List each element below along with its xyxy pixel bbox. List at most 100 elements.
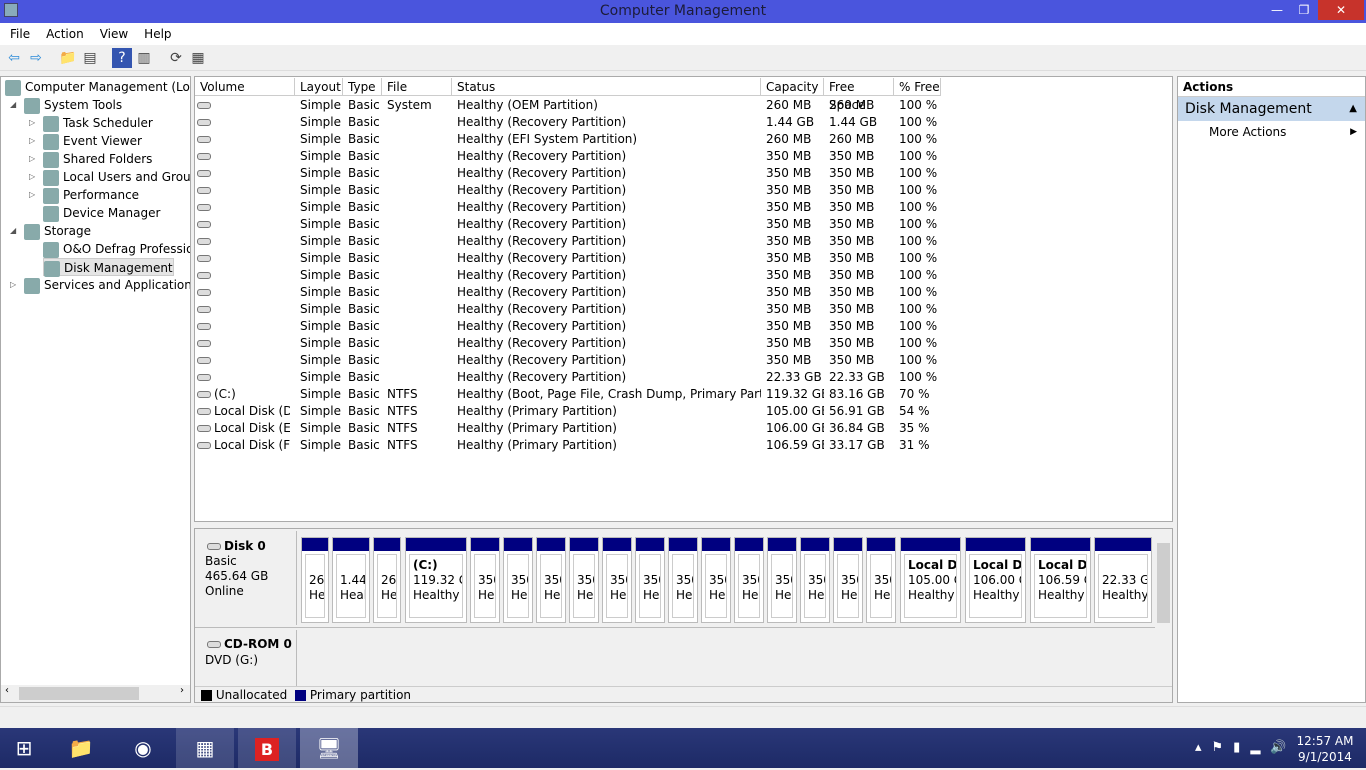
table-row[interactable]: Simple Basic Healthy (Recovery Partition) 3… (195, 182, 1172, 199)
partition[interactable]: 1.44 GBHealthy (Recovery Partition) (332, 537, 370, 623)
partition[interactable]: 350 MBHealthy (Recovery Partition) (569, 537, 599, 623)
partition[interactable]: 260 MBHealthy (EFI System Partition) (373, 537, 401, 623)
table-row[interactable]: Simple Basic Healthy (OEM Partition) 260 MB… (195, 97, 1172, 114)
partition[interactable]: 22.33 GBHealthy (1094, 537, 1152, 623)
table-row[interactable]: Simple Basic Healthy (Recovery Partition) 3… (195, 216, 1172, 233)
start-icon[interactable]: ⊞ (0, 728, 48, 768)
menu-file[interactable]: File (0, 23, 36, 41)
column-header[interactable]: Type (343, 78, 382, 96)
help-icon[interactable]: ? (112, 48, 132, 68)
properties-icon[interactable]: ▦ (188, 48, 208, 68)
disk0-info[interactable]: Disk 0 Basic 465.64 GB Online (197, 531, 297, 625)
table-row[interactable]: Local Disk (E:) Simple Basic NTFS Healthy (P… (195, 420, 1172, 437)
show-hide-action-pane-icon[interactable]: ▥ (134, 48, 154, 68)
tree-item[interactable]: Event Viewer (43, 132, 142, 150)
table-row[interactable]: Simple Basic Healthy (Recovery Partition) 3… (195, 148, 1172, 165)
partition[interactable]: 350 MBHealthy (Recovery Partition) (470, 537, 500, 623)
expand-arrow-icon[interactable]: ▷ (29, 154, 35, 163)
partition[interactable]: 350 MBHealthy (Recovery Partition) (536, 537, 566, 623)
up-folder-icon[interactable]: 📁 (58, 48, 78, 68)
tree-item[interactable]: Computer Management (Local (5, 78, 190, 96)
tree-item[interactable]: O&O Defrag Profession (43, 240, 190, 258)
table-row[interactable]: Simple Basic Healthy (Recovery Partition) 3… (195, 352, 1172, 369)
partition[interactable]: 350 MBHealthy (Recovery Partition) (866, 537, 896, 623)
cdrom-info[interactable]: CD-ROM 0 DVD (G:) (197, 630, 297, 686)
tree-item[interactable]: Device Manager (43, 204, 160, 222)
column-header[interactable]: % Free (894, 78, 941, 96)
computer-management-icon[interactable]: 🖥 (300, 728, 358, 768)
partition[interactable]: 260 MBHealthy (OEM Partition) (301, 537, 329, 623)
tree-item[interactable]: Task Scheduler (43, 114, 153, 132)
more-actions-item[interactable]: More Actions ▶ (1178, 121, 1365, 143)
refresh-icon[interactable]: ⟳ (166, 48, 186, 68)
volume-icon (197, 255, 211, 262)
table-row[interactable]: Simple Basic Healthy (EFI System Partition… (195, 131, 1172, 148)
close-button[interactable]: ✕ (1318, 0, 1364, 20)
partition[interactable]: 350 MBHealthy (Recovery Partition) (833, 537, 863, 623)
column-header[interactable]: Layout (295, 78, 343, 96)
map-scrollbar[interactable] (1155, 531, 1172, 686)
bitdefender-icon[interactable]: B (238, 728, 296, 768)
partition[interactable]: (C:)119.32 GBHealthy (Boot, Page File, C… (405, 537, 467, 623)
restore-button[interactable]: ❐ (1289, 0, 1319, 20)
column-header[interactable]: Volume (195, 78, 295, 96)
expand-arrow-icon[interactable]: ◢ (10, 100, 16, 109)
tree-item[interactable]: Services and Applications (24, 276, 190, 294)
control-panel-icon[interactable]: ▦ (176, 728, 234, 768)
partition[interactable]: 350 MBHealthy (Recovery Partition) (800, 537, 830, 623)
column-header[interactable]: Status (452, 78, 761, 96)
tree-item[interactable]: Performance (43, 186, 139, 204)
expand-arrow-icon[interactable]: ◢ (10, 226, 16, 235)
column-header[interactable]: Capacity (761, 78, 824, 96)
expand-arrow-icon[interactable]: ▷ (29, 190, 35, 199)
actions-section-disk-management[interactable]: Disk Management ▲ (1178, 97, 1365, 121)
tree-item[interactable]: Storage (24, 222, 91, 240)
table-row[interactable]: Simple Basic Healthy (Recovery Partition) 3… (195, 199, 1172, 216)
table-row[interactable]: Simple Basic Healthy (Recovery Partition) 3… (195, 250, 1172, 267)
column-header[interactable]: Free Space (824, 78, 894, 112)
table-row[interactable]: Simple Basic Healthy (Recovery Partition) 3… (195, 165, 1172, 182)
table-row[interactable]: Simple Basic Healthy (Recovery Partition) 3… (195, 335, 1172, 352)
partition[interactable]: Local Disk (E:)106.00 GBHealthy (Primary… (965, 537, 1026, 623)
expand-arrow-icon[interactable]: ▷ (10, 280, 16, 289)
column-header[interactable]: File System (382, 78, 452, 112)
partition[interactable]: 350 MBHealthy (Recovery Partition) (668, 537, 698, 623)
table-row[interactable]: Local Disk (F:) Simple Basic NTFS Healthy (P… (195, 437, 1172, 454)
partition[interactable]: 350 MBHealthy (Recovery Partition) (503, 537, 533, 623)
partition[interactable]: Local Disk (D:)105.00 GBHealthy (Primary… (900, 537, 961, 623)
table-row[interactable]: Simple Basic Healthy (Recovery Partition) 3… (195, 233, 1172, 250)
chrome-icon[interactable]: ◉ (114, 728, 172, 768)
tree-item[interactable]: Shared Folders (43, 150, 152, 168)
partition[interactable]: 350 MBHealthy (Recovery Partition) (701, 537, 731, 623)
table-row[interactable]: Local Disk (D:) Simple Basic NTFS Healthy (P… (195, 403, 1172, 420)
tree-item[interactable]: Local Users and Groups (43, 168, 190, 186)
table-row[interactable]: Simple Basic Healthy (Recovery Partition) 3… (195, 318, 1172, 335)
expand-arrow-icon[interactable]: ▷ (29, 172, 35, 181)
menu-action[interactable]: Action (36, 23, 90, 41)
expand-arrow-icon[interactable]: ▷ (29, 118, 35, 127)
back-arrow-icon[interactable]: ⇦ (4, 48, 24, 68)
expand-arrow-icon[interactable]: ▷ (29, 136, 35, 145)
tree-item[interactable]: System Tools (24, 96, 122, 114)
table-row[interactable]: Simple Basic Healthy (Recovery Partition) 3… (195, 301, 1172, 318)
table-row[interactable]: Simple Basic Healthy (Recovery Partition) 2… (195, 369, 1172, 386)
tree-scrollbar[interactable]: ‹ › (1, 685, 190, 702)
tray-icons[interactable]: ▴⚑▮▂🔊 (1195, 740, 1297, 755)
show-hide-tree-icon[interactable]: ▤ (80, 48, 100, 68)
file-explorer-icon[interactable]: 📁 (52, 728, 110, 768)
table-row[interactable]: Simple Basic Healthy (Recovery Partition) 3… (195, 284, 1172, 301)
tree-item[interactable]: Disk Management (43, 258, 174, 277)
partition[interactable]: Local Disk (F:)106.59 GBHealthy (Primary… (1030, 537, 1091, 623)
minimize-button[interactable]: — (1262, 0, 1292, 20)
table-row[interactable]: (C:) Simple Basic NTFS Healthy (Boot, Page F… (195, 386, 1172, 403)
partition[interactable]: 350 MBHealthy (Recovery Partition) (734, 537, 764, 623)
table-row[interactable]: Simple Basic Healthy (Recovery Partition) 1… (195, 114, 1172, 131)
menu-help[interactable]: Help (134, 23, 177, 41)
forward-arrow-icon[interactable]: ⇨ (26, 48, 46, 68)
partition[interactable]: 350 MBHealthy (Recovery Partition) (767, 537, 797, 623)
partition[interactable]: 350 MBHealthy (Recovery Partition) (602, 537, 632, 623)
partition[interactable]: 350 MBHealthy (Recovery Partition) (635, 537, 665, 623)
clock[interactable]: 12:57 AM 9/1/2014 (1290, 733, 1360, 765)
table-row[interactable]: Simple Basic Healthy (Recovery Partition) 3… (195, 267, 1172, 284)
menu-view[interactable]: View (90, 23, 134, 41)
